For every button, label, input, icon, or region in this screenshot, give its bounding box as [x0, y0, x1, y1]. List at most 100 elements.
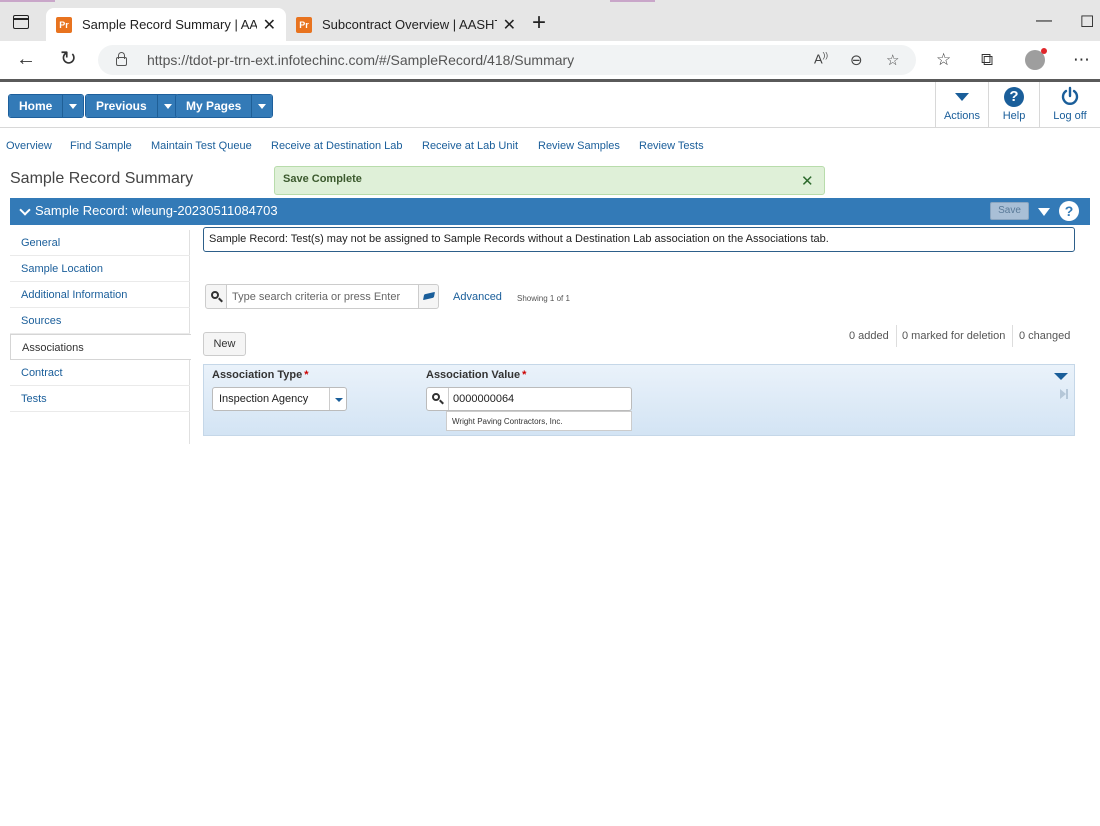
required-marker: *	[522, 369, 527, 381]
collections-icon[interactable]: ⧉	[981, 50, 993, 70]
tab-title: Sample Record Summary | AASHTOWare Proje…	[82, 17, 257, 32]
new-button[interactable]: New	[203, 332, 246, 356]
zoom-out-icon[interactable]: ⊖	[850, 51, 863, 69]
save-button[interactable]: Save	[990, 202, 1029, 220]
nav-review-samples[interactable]: Review Samples	[538, 140, 620, 152]
help-button[interactable]: ? Help	[988, 82, 1039, 128]
nav-receive-at-destination-lab[interactable]: Receive at Destination Lab	[271, 140, 402, 152]
tab-general[interactable]: General	[10, 230, 190, 256]
new-tab-icon[interactable]: +	[532, 11, 546, 35]
nav-receive-at-lab-unit[interactable]: Receive at Lab Unit	[422, 140, 518, 152]
chevron-down-icon	[163, 103, 172, 109]
close-icon[interactable]: ✕	[801, 172, 814, 190]
favorites-icon[interactable]: ☆	[936, 50, 951, 70]
my-pages-dropdown-button[interactable]	[252, 95, 273, 117]
count-divider	[896, 325, 897, 347]
add-favorite-icon[interactable]: ☆	[886, 51, 899, 69]
association-type-label: Association Type *	[212, 369, 309, 381]
advanced-search-link[interactable]: Advanced	[453, 291, 502, 303]
url-field[interactable]: https://tdot-pr-trn-ext.infotechinc.com/…	[98, 45, 916, 75]
actions-caret-icon	[955, 93, 969, 101]
row-menu-icon[interactable]	[1054, 373, 1068, 380]
chevron-down-icon	[69, 103, 78, 109]
clear-search-button[interactable]	[418, 284, 439, 309]
my-pages-split-button: My Pages	[175, 94, 274, 118]
tab-contract[interactable]: Contract	[10, 360, 190, 386]
chevron-down-icon	[258, 103, 267, 109]
search-icon	[432, 393, 444, 405]
refresh-icon[interactable]: ↻	[60, 49, 77, 69]
nav-overview[interactable]: Overview	[6, 140, 52, 152]
sample-record-header: Sample Record: wleung-20230511084703 Sav…	[10, 198, 1090, 225]
save-complete-toast: Save Complete ✕	[274, 166, 825, 195]
association-type-select[interactable]: Inspection Agency	[212, 387, 347, 411]
record-tabs: General Sample Location Additional Infor…	[10, 230, 191, 444]
search-icon	[211, 291, 223, 303]
collapse-chevron-icon[interactable]	[19, 204, 31, 216]
maximize-icon[interactable]: ☐	[1080, 12, 1094, 32]
association-type-label-text: Association Type	[212, 369, 303, 381]
previous-button[interactable]: Previous	[86, 95, 158, 117]
browser-tabstrip: Pr Sample Record Summary | AASHTOWare Pr…	[0, 0, 1100, 41]
required-marker: *	[304, 369, 309, 381]
actions-label: Actions	[943, 110, 981, 122]
tab-title: Subcontract Overview | AASHTOWare Projec…	[322, 17, 497, 32]
tabstrip-accent	[610, 0, 655, 2]
chevron-down-icon	[335, 398, 343, 402]
my-pages-button[interactable]: My Pages	[176, 95, 253, 117]
favicon-icon: Pr	[56, 16, 72, 33]
close-tab-icon[interactable]: ✕	[503, 15, 516, 35]
search-input[interactable]: Type search criteria or press Enter	[227, 284, 423, 309]
tab-sample-location[interactable]: Sample Location	[10, 256, 190, 282]
page-title: Sample Record Summary	[10, 170, 194, 187]
nav-find-sample[interactable]: Find Sample	[70, 140, 132, 152]
tab-sources[interactable]: Sources	[10, 308, 190, 334]
result-count: Showing 1 of 1	[517, 294, 570, 303]
browser-tab[interactable]: Pr Subcontract Overview | AASHTOWare Pro…	[286, 8, 526, 41]
association-value: 0000000064	[453, 393, 515, 405]
back-icon[interactable]: ←	[16, 49, 36, 69]
nav-review-tests[interactable]: Review Tests	[639, 140, 704, 152]
row-next-icon[interactable]	[1060, 389, 1068, 399]
lock-icon[interactable]	[116, 52, 127, 66]
search-button[interactable]	[205, 284, 227, 309]
association-description: Wright Paving Contractors, Inc.	[446, 411, 632, 431]
association-value-field[interactable]: 0000000064	[426, 387, 632, 411]
nav-maintain-test-queue[interactable]: Maintain Test Queue	[151, 140, 252, 152]
logoff-button[interactable]: Log off	[1039, 82, 1100, 128]
search-group: Type search criteria or press Enter	[205, 284, 439, 309]
app-header: Home Previous My Pages Actions ? Help Lo…	[0, 82, 1100, 128]
tab-tests[interactable]: Tests	[10, 386, 190, 412]
home-split-button: Home	[8, 94, 85, 118]
marked-count: 0 marked for deletion	[902, 330, 1006, 342]
section-menu-icon[interactable]	[1038, 208, 1050, 216]
association-type-value: Inspection Agency	[219, 393, 309, 405]
favicon-icon: Pr	[296, 16, 312, 33]
more-icon[interactable]: ⋯	[1073, 50, 1090, 70]
association-row: Association Type * Association Value * Ins…	[203, 364, 1075, 436]
info-message: Sample Record: Test(s) may not be assign…	[203, 227, 1075, 252]
tab-actions-icon[interactable]	[13, 15, 29, 29]
tab-additional-information[interactable]: Additional Information	[10, 282, 190, 308]
lookup-button[interactable]	[427, 388, 449, 410]
address-bar: ← ↻ https://tdot-pr-trn-ext.infotechinc.…	[0, 41, 1100, 79]
select-divider	[329, 388, 330, 410]
eraser-icon	[422, 291, 436, 301]
actions-button[interactable]: Actions	[935, 82, 988, 128]
help-label: Help	[1002, 110, 1026, 122]
tabstrip-accent	[0, 0, 55, 2]
section-help-icon[interactable]: ?	[1059, 201, 1079, 221]
previous-split-button: Previous	[85, 94, 179, 118]
browser-tab-active[interactable]: Pr Sample Record Summary | AASHTOWare Pr…	[46, 8, 286, 41]
power-icon	[1061, 86, 1079, 105]
close-tab-icon[interactable]: ✕	[263, 15, 276, 35]
association-value-label: Association Value *	[426, 369, 526, 381]
tab-associations[interactable]: Associations	[10, 334, 191, 360]
home-button[interactable]: Home	[9, 95, 64, 117]
help-icon: ?	[1004, 87, 1024, 107]
home-dropdown-button[interactable]	[63, 95, 84, 117]
read-aloud-icon[interactable]: A))	[814, 51, 828, 66]
section-title: Sample Record: wleung-20230511084703	[35, 203, 278, 218]
minimize-icon[interactable]: —	[1036, 12, 1052, 30]
logoff-label: Log off	[1053, 110, 1087, 122]
